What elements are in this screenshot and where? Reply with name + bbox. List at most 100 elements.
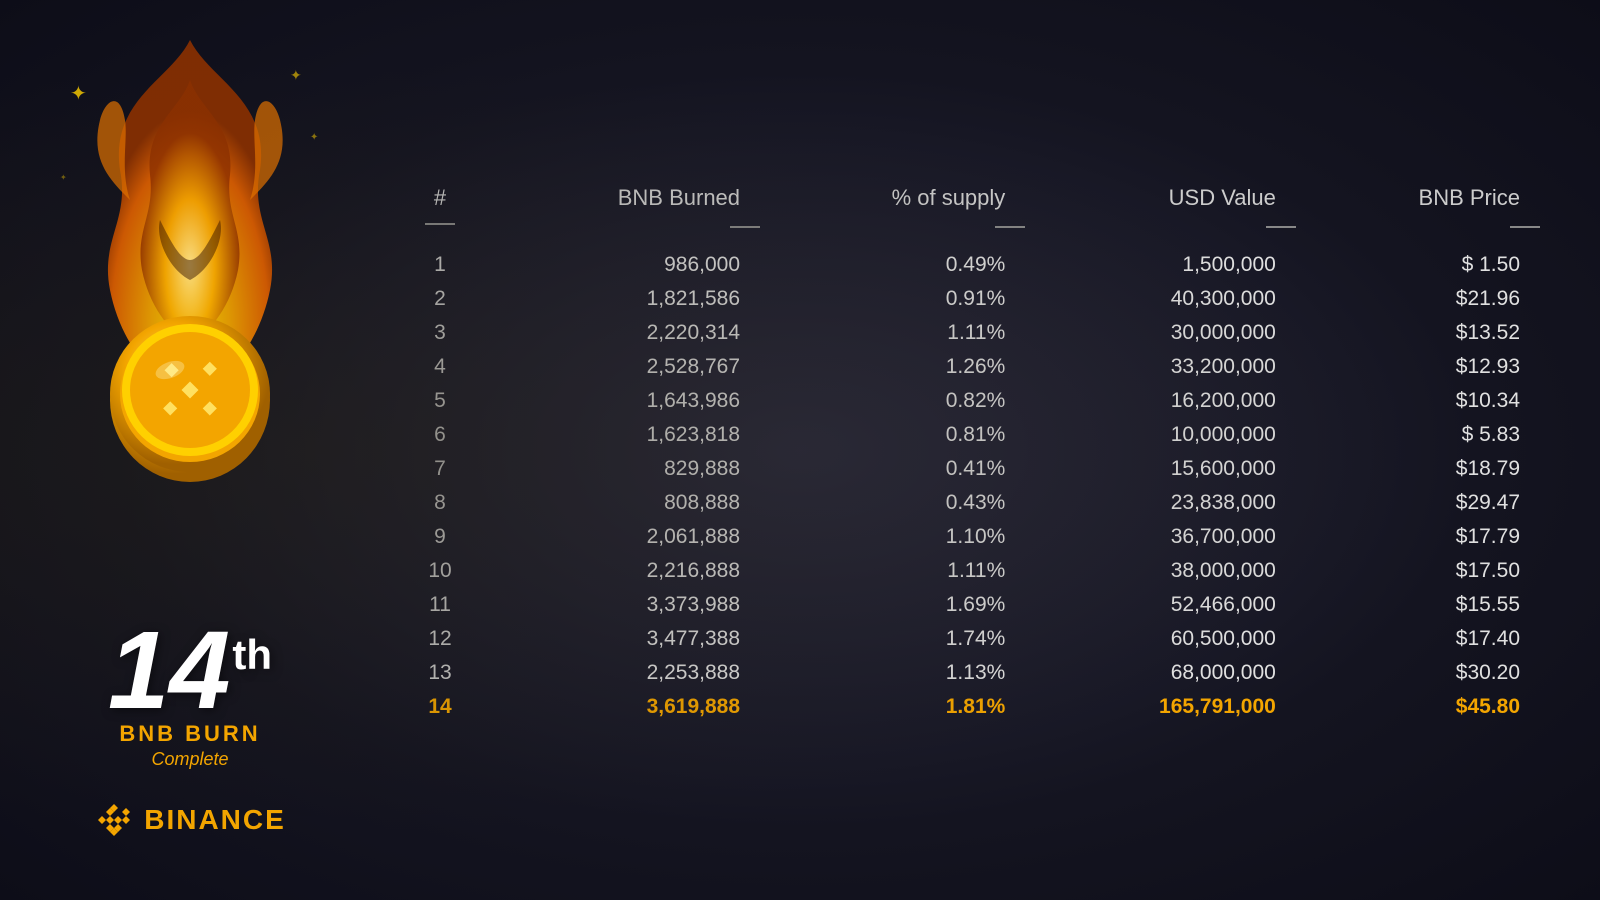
cell-1: 2,216,888 [480, 554, 760, 588]
cell-3: 33,200,000 [1025, 350, 1296, 384]
cell-3: 30,000,000 [1025, 316, 1296, 350]
svg-text:✦: ✦ [310, 132, 318, 143]
cell-1: 1,623,818 [480, 418, 760, 452]
table-header-row: # BNB Burned % of supply USD Value BNB P… [400, 177, 1540, 215]
table-row: 8808,8880.43%23,838,000$29.47 [400, 486, 1540, 520]
table-row: 61,623,8180.81%10,000,000$ 5.83 [400, 418, 1540, 452]
burn-table: # BNB Burned % of supply USD Value BNB P… [400, 177, 1540, 724]
cell-2: 0.82% [760, 384, 1025, 418]
binance-brand: BINANCE [144, 804, 286, 836]
cell-0: 5 [400, 384, 480, 418]
cell-4: $45.80 [1296, 690, 1540, 724]
cell-2: 0.91% [760, 282, 1025, 316]
table-row: 21,821,5860.91%40,300,000$21.96 [400, 282, 1540, 316]
burn-title: BNB BURN [108, 721, 272, 747]
table-row: 92,061,8881.10%36,700,000$17.79 [400, 520, 1540, 554]
cell-0: 11 [400, 588, 480, 622]
cell-0: 13 [400, 656, 480, 690]
cell-2: 1.10% [760, 520, 1025, 554]
cell-4: $ 1.50 [1296, 248, 1540, 282]
table-row: 123,477,3881.74%60,500,000$17.40 [400, 622, 1540, 656]
cell-2: 0.81% [760, 418, 1025, 452]
cell-1: 1,821,586 [480, 282, 760, 316]
cell-1: 3,619,888 [480, 690, 760, 724]
cell-3: 23,838,000 [1025, 486, 1296, 520]
table-row: 102,216,8881.11%38,000,000$17.50 [400, 554, 1540, 588]
cell-0: 6 [400, 418, 480, 452]
binance-logo: BINANCE [94, 800, 286, 840]
cell-4: $17.50 [1296, 554, 1540, 588]
cell-3: 165,791,000 [1025, 690, 1296, 724]
cell-4: $13.52 [1296, 316, 1540, 350]
cell-2: 1.69% [760, 588, 1025, 622]
cell-4: $ 5.83 [1296, 418, 1540, 452]
cell-2: 1.11% [760, 316, 1025, 350]
col-header-bnb-burned: BNB Burned [480, 177, 760, 215]
table-container: # BNB Burned % of supply USD Value BNB P… [400, 177, 1540, 724]
cell-1: 2,528,767 [480, 350, 760, 384]
cell-4: $18.79 [1296, 452, 1540, 486]
table-body: 1986,0000.49%1,500,000$ 1.5021,821,5860.… [400, 248, 1540, 724]
cell-0: 10 [400, 554, 480, 588]
cell-1: 986,000 [480, 248, 760, 282]
table-row: 32,220,3141.11%30,000,000$13.52 [400, 316, 1540, 350]
cell-2: 0.43% [760, 486, 1025, 520]
table-row: 7829,8880.41%15,600,000$18.79 [400, 452, 1540, 486]
cell-3: 68,000,000 [1025, 656, 1296, 690]
cell-4: $29.47 [1296, 486, 1540, 520]
svg-text:✦: ✦ [60, 173, 67, 182]
cell-3: 15,600,000 [1025, 452, 1296, 486]
cell-0: 12 [400, 622, 480, 656]
cell-2: 1.26% [760, 350, 1025, 384]
right-panel: # BNB Burned % of supply USD Value BNB P… [380, 0, 1600, 900]
svg-text:✦: ✦ [290, 67, 302, 83]
cell-0: 2 [400, 282, 480, 316]
cell-4: $30.20 [1296, 656, 1540, 690]
cell-2: 1.11% [760, 554, 1025, 588]
cell-1: 2,220,314 [480, 316, 760, 350]
burn-suffix: th [232, 616, 272, 676]
burn-label: 14 th BNB BURN Complete [108, 616, 272, 770]
cell-0: 7 [400, 452, 480, 486]
cell-1: 3,373,988 [480, 588, 760, 622]
cell-4: $15.55 [1296, 588, 1540, 622]
cell-1: 2,253,888 [480, 656, 760, 690]
table-row: 42,528,7671.26%33,200,000$12.93 [400, 350, 1540, 384]
binance-icon [94, 800, 134, 840]
cell-3: 1,500,000 [1025, 248, 1296, 282]
header-divider-row [400, 215, 1540, 248]
table-row: 113,373,9881.69%52,466,000$15.55 [400, 588, 1540, 622]
cell-3: 36,700,000 [1025, 520, 1296, 554]
cell-2: 0.41% [760, 452, 1025, 486]
cell-1: 2,061,888 [480, 520, 760, 554]
cell-2: 1.74% [760, 622, 1025, 656]
cell-1: 829,888 [480, 452, 760, 486]
cell-2: 1.13% [760, 656, 1025, 690]
cell-3: 38,000,000 [1025, 554, 1296, 588]
cell-2: 0.49% [760, 248, 1025, 282]
cell-3: 52,466,000 [1025, 588, 1296, 622]
cell-4: $10.34 [1296, 384, 1540, 418]
col-header-pct-supply: % of supply [760, 177, 1025, 215]
col-header-usd-value: USD Value [1025, 177, 1296, 215]
table-row: 1986,0000.49%1,500,000$ 1.50 [400, 248, 1540, 282]
cell-4: $12.93 [1296, 350, 1540, 384]
cell-3: 60,500,000 [1025, 622, 1296, 656]
col-header-number: # [400, 177, 480, 215]
cell-0: 1 [400, 248, 480, 282]
flame-container: ✦ ✦ ✦ ✦ [0, 0, 380, 520]
cell-0: 9 [400, 520, 480, 554]
cell-1: 3,477,388 [480, 622, 760, 656]
cell-3: 10,000,000 [1025, 418, 1296, 452]
cell-1: 808,888 [480, 486, 760, 520]
cell-3: 16,200,000 [1025, 384, 1296, 418]
flame-icon: ✦ ✦ ✦ ✦ [40, 20, 340, 520]
col-header-bnb-price: BNB Price [1296, 177, 1540, 215]
burn-status: Complete [108, 749, 272, 770]
table-row: 132,253,8881.13%68,000,000$30.20 [400, 656, 1540, 690]
burn-number: 14 [108, 616, 230, 726]
cell-1: 1,643,986 [480, 384, 760, 418]
table-row: 143,619,8881.81%165,791,000$45.80 [400, 690, 1540, 724]
cell-2: 1.81% [760, 690, 1025, 724]
cell-4: $21.96 [1296, 282, 1540, 316]
